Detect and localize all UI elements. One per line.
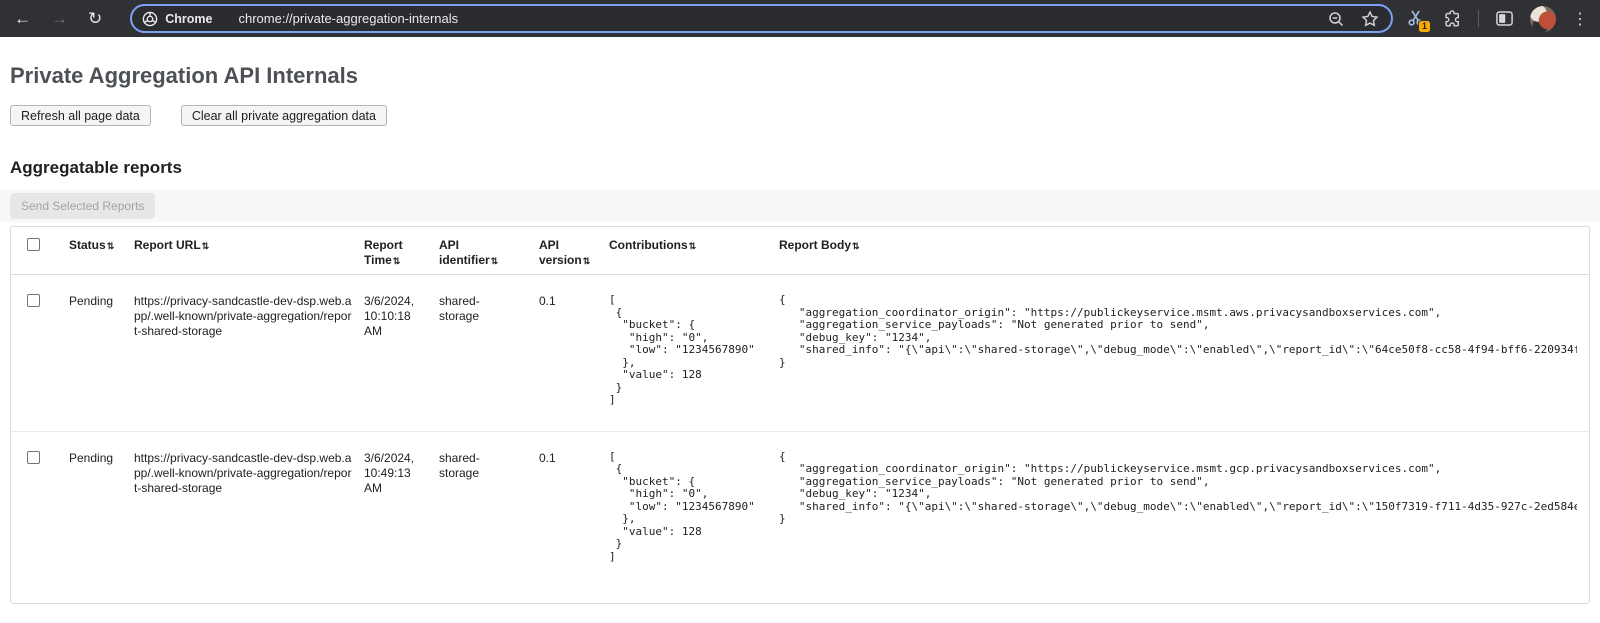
report-body-json: { "aggregation_coordinator_origin": "htt…: [779, 451, 1577, 526]
header-status[interactable]: Status⇅: [69, 227, 134, 259]
site-chip: Chrome: [142, 11, 212, 27]
toolbar-divider: [1478, 10, 1479, 27]
page-title: Private Aggregation API Internals: [10, 63, 1600, 89]
site-chip-label: Chrome: [165, 12, 212, 26]
header-contributions[interactable]: Contributions⇅: [609, 227, 779, 259]
report-body-json: { "aggregation_coordinator_origin": "htt…: [779, 294, 1577, 369]
sort-icon[interactable]: ⇅: [491, 256, 499, 266]
omnibox[interactable]: Chrome chrome://private-aggregation-inte…: [130, 4, 1393, 33]
forward-icon[interactable]: →: [51, 10, 68, 27]
status-cell: Pending: [69, 275, 134, 333]
api-version-cell: 0.1: [539, 275, 609, 333]
row-checkbox[interactable]: [27, 294, 40, 307]
chrome-logo-icon: [142, 11, 158, 27]
bookmark-star-icon[interactable]: [1361, 10, 1379, 28]
menu-kebab-icon[interactable]: ⋮: [1572, 9, 1588, 29]
select-all-checkbox[interactable]: [27, 238, 40, 251]
sort-icon[interactable]: ⇅: [202, 241, 210, 251]
contributions-json: [ { "bucket": { "high": "0", "low": "123…: [609, 451, 767, 564]
refresh-all-page-data-button[interactable]: Refresh all page data: [10, 105, 151, 126]
report-url-cell: https://privacy-sandcastle-dev-dsp.web.a…: [134, 432, 364, 536]
side-panel-icon[interactable]: [1495, 9, 1514, 28]
header-api-identifier[interactable]: API identifier⇅: [439, 227, 539, 274]
sort-icon[interactable]: ⇅: [689, 241, 697, 251]
table-action-strip: Send Selected Reports: [0, 189, 1600, 222]
back-icon[interactable]: ←: [14, 10, 31, 27]
page-content: Private Aggregation API Internals Refres…: [0, 63, 1600, 604]
api-version-cell: 0.1: [539, 432, 609, 506]
header-report-url[interactable]: Report URL⇅: [134, 227, 364, 259]
api-identifier-cell: shared-storage: [439, 432, 539, 521]
profile-avatar[interactable]: [1530, 6, 1556, 32]
extensions-puzzle-icon[interactable]: [1443, 9, 1462, 28]
zoom-icon[interactable]: [1327, 10, 1345, 28]
browser-toolbar: ← → ↻ Chrome chrome://private-aggregatio…: [0, 0, 1600, 37]
api-identifier-cell: shared-storage: [439, 275, 539, 348]
send-selected-reports-button[interactable]: Send Selected Reports: [10, 193, 155, 219]
aggregatable-reports-heading: Aggregatable reports: [10, 158, 1600, 178]
sort-icon[interactable]: ⇅: [852, 241, 860, 251]
header-api-version[interactable]: API version⇅: [539, 227, 609, 274]
clear-all-private-aggregation-data-button[interactable]: Clear all private aggregation data: [181, 105, 387, 126]
sort-icon[interactable]: ⇅: [583, 256, 591, 266]
url-text: chrome://private-aggregation-internals: [238, 11, 1327, 26]
table-header-row: Status⇅ Report URL⇅ Report Time⇅ API ide…: [11, 227, 1589, 275]
report-time-cell: 3/6/2024, 10:49:13 AM: [364, 432, 439, 536]
report-time-cell: 3/6/2024, 10:10:18 AM: [364, 275, 439, 363]
status-cell: Pending: [69, 432, 134, 506]
sort-icon[interactable]: ⇅: [107, 241, 115, 251]
sort-icon[interactable]: ⇅: [393, 256, 401, 266]
scissors-extension-icon[interactable]: 1: [1407, 8, 1427, 30]
aggregatable-reports-table: Status⇅ Report URL⇅ Report Time⇅ API ide…: [10, 226, 1590, 604]
contributions-json: [ { "bucket": { "high": "0", "low": "123…: [609, 294, 767, 407]
extension-badge: 1: [1418, 20, 1431, 33]
report-url-cell: https://privacy-sandcastle-dev-dsp.web.a…: [134, 275, 364, 363]
table-row: Pending https://privacy-sandcastle-dev-d…: [11, 432, 1589, 604]
reload-icon[interactable]: ↻: [88, 10, 102, 27]
row-checkbox[interactable]: [27, 451, 40, 464]
table-row: Pending https://privacy-sandcastle-dev-d…: [11, 275, 1589, 432]
header-report-time[interactable]: Report Time⇅: [364, 227, 439, 274]
header-report-body[interactable]: Report Body⇅: [779, 227, 1589, 259]
